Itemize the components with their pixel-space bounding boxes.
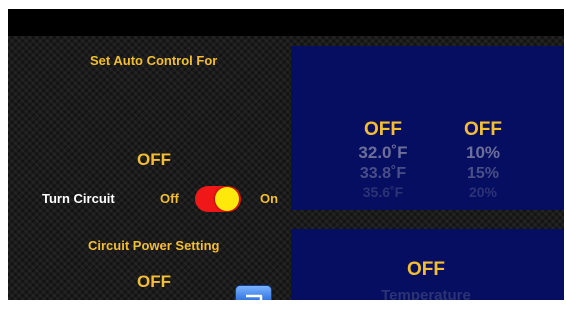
auto-control-title: Set Auto Control For [90, 53, 218, 68]
turn-circuit-toggle[interactable] [195, 186, 241, 212]
turn-circuit-on-label: On [260, 191, 279, 206]
power-setting-title: Circuit Power Setting [88, 238, 220, 253]
auto-control-picker[interactable]: OFF 32.0˚F 33.8˚F 35.6˚F OFF 10% 15% 20% [291, 46, 564, 210]
toggle-knob [215, 187, 239, 211]
picker-left-selected: OFF [364, 119, 402, 140]
return-arrow-icon [245, 294, 262, 300]
turn-circuit-off-label: Off [160, 191, 179, 206]
power-setting-picker[interactable]: OFF Temperature [291, 229, 564, 300]
screen: Set Auto Control For OFF Turn Circuit Of… [8, 9, 564, 300]
power-picker-option: Temperature [381, 287, 471, 300]
auto-control-status: OFF [137, 150, 171, 169]
picker-right-option: 20% [468, 184, 498, 200]
picker-right-column[interactable]: OFF 10% 15% 20% [448, 119, 518, 200]
picker-right-option: 10% [465, 143, 501, 162]
picker-left-column[interactable]: OFF 32.0˚F 33.8˚F 35.6˚F [343, 119, 423, 200]
picker-left-option: 32.0˚F [358, 143, 408, 162]
power-picker-selected: OFF [407, 259, 445, 280]
picker-left-option: 35.6˚F [362, 184, 404, 200]
turn-circuit-label: Turn Circuit [42, 191, 115, 206]
power-setting-status: OFF [137, 272, 171, 291]
picker-right-selected: OFF [464, 119, 502, 140]
picker-left-option: 33.8˚F [359, 165, 407, 182]
picker-right-option: 15% [466, 165, 500, 182]
top-bar [8, 9, 564, 36]
back-button[interactable] [235, 285, 272, 300]
power-picker-column[interactable]: OFF Temperature [351, 259, 501, 300]
